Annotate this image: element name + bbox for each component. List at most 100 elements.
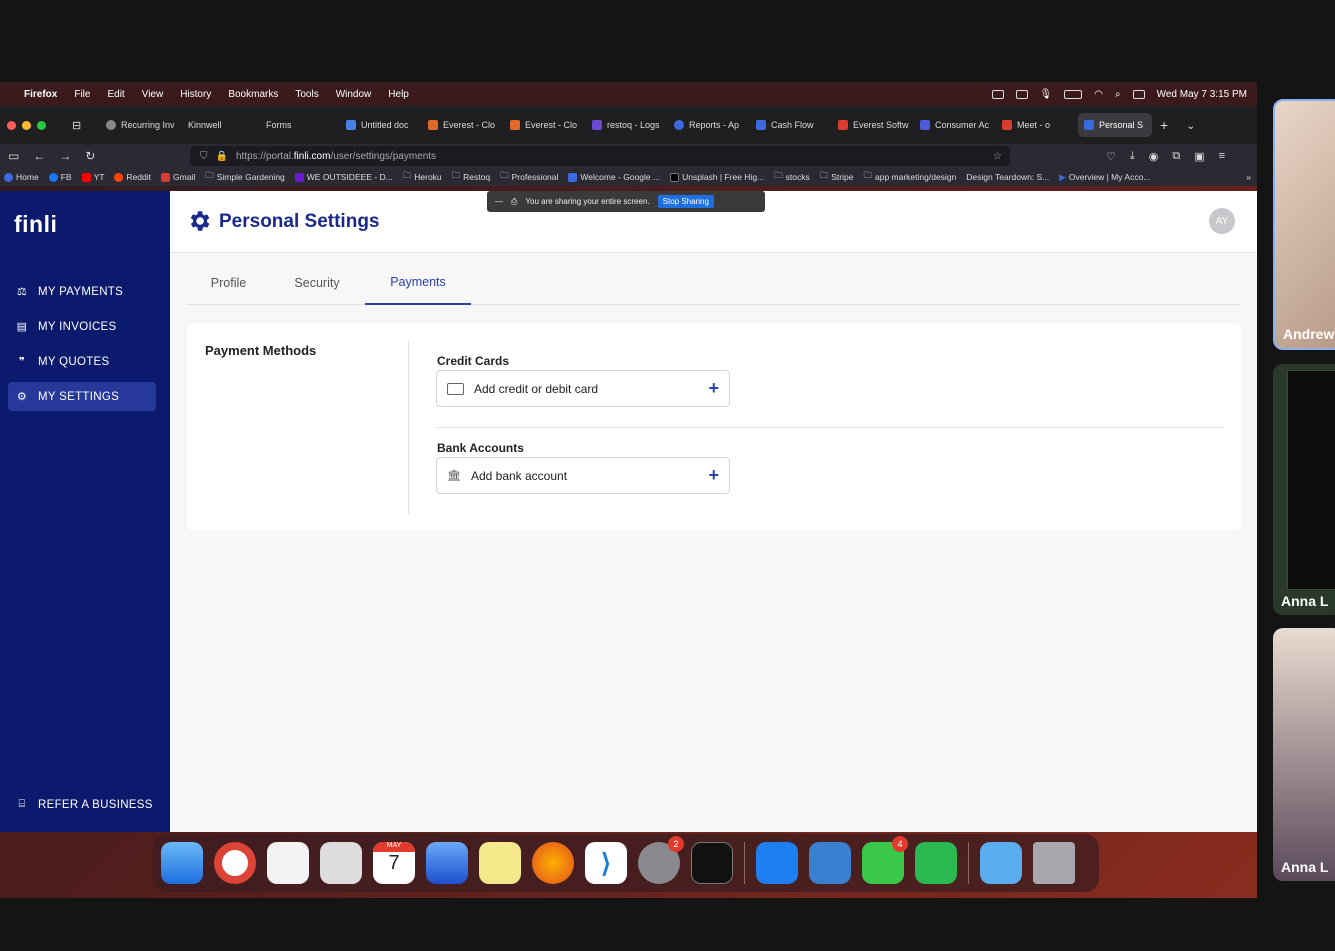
menu-view[interactable]: View bbox=[142, 89, 164, 100]
launchpad-icon[interactable] bbox=[320, 842, 362, 884]
new-tab-icon[interactable]: + bbox=[1160, 117, 1168, 133]
bookmarks-overflow-icon[interactable]: » bbox=[1246, 172, 1257, 182]
battery-icon[interactable] bbox=[1064, 89, 1083, 99]
trash-icon[interactable] bbox=[1033, 842, 1075, 884]
download-icon[interactable]: ⤓ bbox=[1130, 150, 1135, 163]
microphone-icon[interactable]: 🎙 bbox=[1040, 89, 1053, 100]
browser-tab[interactable]: Everest Softw bbox=[832, 113, 914, 137]
bookmark-item[interactable]: Home bbox=[4, 172, 39, 182]
menu-app-name[interactable]: Firefox bbox=[24, 89, 57, 100]
bookmark-item[interactable]: Reddit bbox=[114, 172, 151, 182]
browser-tab[interactable]: Kinnwell bbox=[182, 113, 260, 137]
menu-icon[interactable]: ≡ bbox=[1219, 150, 1225, 163]
wifi-icon[interactable]: ◠ bbox=[1094, 89, 1103, 100]
browser-tab[interactable]: Everest - Clo bbox=[504, 113, 586, 137]
add-bank-account-button[interactable]: 🏛 Add bank account + bbox=[436, 457, 730, 494]
app-store-icon[interactable] bbox=[756, 842, 798, 884]
lock-icon[interactable]: 🔒 bbox=[216, 151, 228, 162]
url-bar[interactable]: ⛉ 🔒 https://portal.finli.com/user/settin… bbox=[190, 146, 1010, 166]
sidebar-toggle-icon[interactable]: ▭ bbox=[8, 149, 19, 163]
reload-icon[interactable]: ↻ bbox=[85, 149, 95, 163]
finli-logo[interactable]: finli bbox=[14, 211, 57, 238]
add-card-button[interactable]: Add credit or debit card + bbox=[436, 370, 730, 407]
numbers-icon[interactable] bbox=[915, 842, 957, 884]
menubar-clock[interactable]: Wed May 7 3:15 PM bbox=[1157, 89, 1247, 100]
account-icon[interactable]: ◉ bbox=[1149, 150, 1159, 163]
browser-tab[interactable]: Forms bbox=[260, 113, 340, 137]
sidebar-item-my-payments[interactable]: ⚖ MY PAYMENTS bbox=[8, 277, 156, 306]
back-arrow-icon[interactable]: ← bbox=[33, 149, 45, 163]
browser-tab[interactable]: Everest - Clo bbox=[422, 113, 504, 137]
search-icon[interactable]: ⌕ bbox=[1115, 89, 1121, 100]
minimize-icon[interactable]: — bbox=[495, 197, 503, 206]
calendar-icon[interactable]: MAY 7 bbox=[373, 842, 415, 884]
menu-window[interactable]: Window bbox=[336, 89, 372, 100]
bookmark-folder[interactable]: 🗀 Professional bbox=[500, 170, 558, 184]
bookmark-folder[interactable]: 🗀 Restoq bbox=[452, 170, 490, 184]
notes-icon[interactable] bbox=[479, 842, 521, 884]
folder-icon[interactable] bbox=[980, 842, 1022, 884]
bookmark-item[interactable]: ▶ Overview | My Acco... bbox=[1059, 172, 1150, 183]
forward-arrow-icon[interactable]: → bbox=[59, 149, 71, 163]
xcode-icon[interactable] bbox=[426, 842, 468, 884]
bookmark-item[interactable]: Unsplash | Free Hig... bbox=[670, 172, 764, 182]
sidebar-item-my-invoices[interactable]: ▤ MY INVOICES bbox=[8, 312, 156, 341]
browser-tab[interactable]: Consumer Ac bbox=[914, 113, 996, 137]
bookmark-item[interactable]: YT bbox=[81, 172, 104, 182]
participant-tile[interactable]: Andrew bbox=[1273, 99, 1335, 350]
menu-tools[interactable]: Tools bbox=[295, 89, 318, 100]
bookmark-item[interactable]: Design Teardown: S... bbox=[966, 172, 1049, 182]
tab-overview-icon[interactable]: ⊟ bbox=[72, 119, 100, 132]
bookmark-folder[interactable]: 🗀 Heroku bbox=[403, 170, 442, 184]
bookmark-item[interactable]: Welcome - Google ... bbox=[568, 172, 660, 182]
browser-tab[interactable]: Reports - Ap bbox=[668, 113, 750, 137]
bookmark-item[interactable]: WE OUTSIDEEE - D... bbox=[294, 172, 393, 182]
participant-tile[interactable]: Anna L bbox=[1273, 628, 1335, 881]
menu-bookmarks[interactable]: Bookmarks bbox=[228, 89, 278, 100]
control-center-icon[interactable] bbox=[1132, 89, 1145, 99]
app-store-icon[interactable] bbox=[267, 842, 309, 884]
menu-help[interactable]: Help bbox=[388, 89, 409, 100]
bookmark-item[interactable]: Gmail bbox=[161, 172, 195, 182]
screen-sharing-icon[interactable] bbox=[809, 842, 851, 884]
firefox-icon[interactable] bbox=[532, 842, 574, 884]
pocket-icon[interactable]: ♡ bbox=[1106, 150, 1116, 163]
close-window-icon[interactable] bbox=[7, 120, 16, 130]
extensions-icon[interactable]: ⧉ bbox=[1172, 150, 1180, 163]
avatar[interactable]: AY bbox=[1209, 208, 1235, 234]
refer-a-business-link[interactable]: ⌸ REFER A BUSINESS bbox=[8, 790, 156, 819]
chrome-icon[interactable] bbox=[214, 842, 256, 884]
browser-tab[interactable]: restoq - Logs bbox=[586, 113, 668, 137]
browser-tab[interactable]: Cash Flow bbox=[750, 113, 832, 137]
terminal-icon[interactable] bbox=[691, 842, 733, 884]
browser-tab[interactable]: Recurring Inv bbox=[100, 113, 182, 137]
zoom-window-icon[interactable] bbox=[37, 120, 46, 130]
finder-icon[interactable] bbox=[161, 842, 203, 884]
screen-share-icon[interactable] bbox=[991, 89, 1004, 99]
stop-sharing-button[interactable]: Stop Sharing bbox=[657, 195, 714, 208]
system-settings-icon[interactable]: 2 bbox=[638, 836, 684, 884]
vscode-icon[interactable]: ⟩ bbox=[585, 842, 627, 884]
sidebar-item-my-settings[interactable]: ⚙ MY SETTINGS bbox=[8, 382, 156, 411]
bookmark-item[interactable]: FB bbox=[48, 172, 72, 182]
browser-tab[interactable]: Meet - o bbox=[996, 113, 1078, 137]
menu-edit[interactable]: Edit bbox=[107, 89, 124, 100]
tab-payments[interactable]: Payments bbox=[365, 261, 471, 305]
menu-history[interactable]: History bbox=[180, 89, 211, 100]
shield-icon[interactable]: ⛉ bbox=[200, 151, 208, 162]
bookmark-folder[interactable]: 🗀 Simple Gardening bbox=[205, 170, 285, 184]
minimize-window-icon[interactable] bbox=[22, 120, 31, 130]
bookmark-star-icon[interactable]: ☆ bbox=[993, 151, 1002, 162]
messages-icon[interactable]: 4 bbox=[862, 836, 908, 884]
menu-file[interactable]: File bbox=[74, 89, 90, 100]
participant-tile[interactable]: Anna L bbox=[1273, 364, 1335, 615]
bookmark-folder[interactable]: 🗀 Stripe bbox=[820, 170, 854, 184]
bookmark-folder[interactable]: 🗀 stocks bbox=[774, 170, 810, 184]
camera-icon[interactable] bbox=[1015, 89, 1028, 99]
bookmark-folder[interactable]: 🗀 app marketing/design bbox=[863, 170, 956, 184]
tab-security[interactable]: Security bbox=[277, 261, 357, 305]
extension-badge-icon[interactable]: ▣ bbox=[1194, 150, 1204, 163]
browser-tab-active[interactable]: Personal S bbox=[1078, 113, 1152, 137]
sidebar-item-my-quotes[interactable]: ❞ MY QUOTES bbox=[8, 347, 156, 376]
tab-profile[interactable]: Profile bbox=[187, 261, 270, 305]
